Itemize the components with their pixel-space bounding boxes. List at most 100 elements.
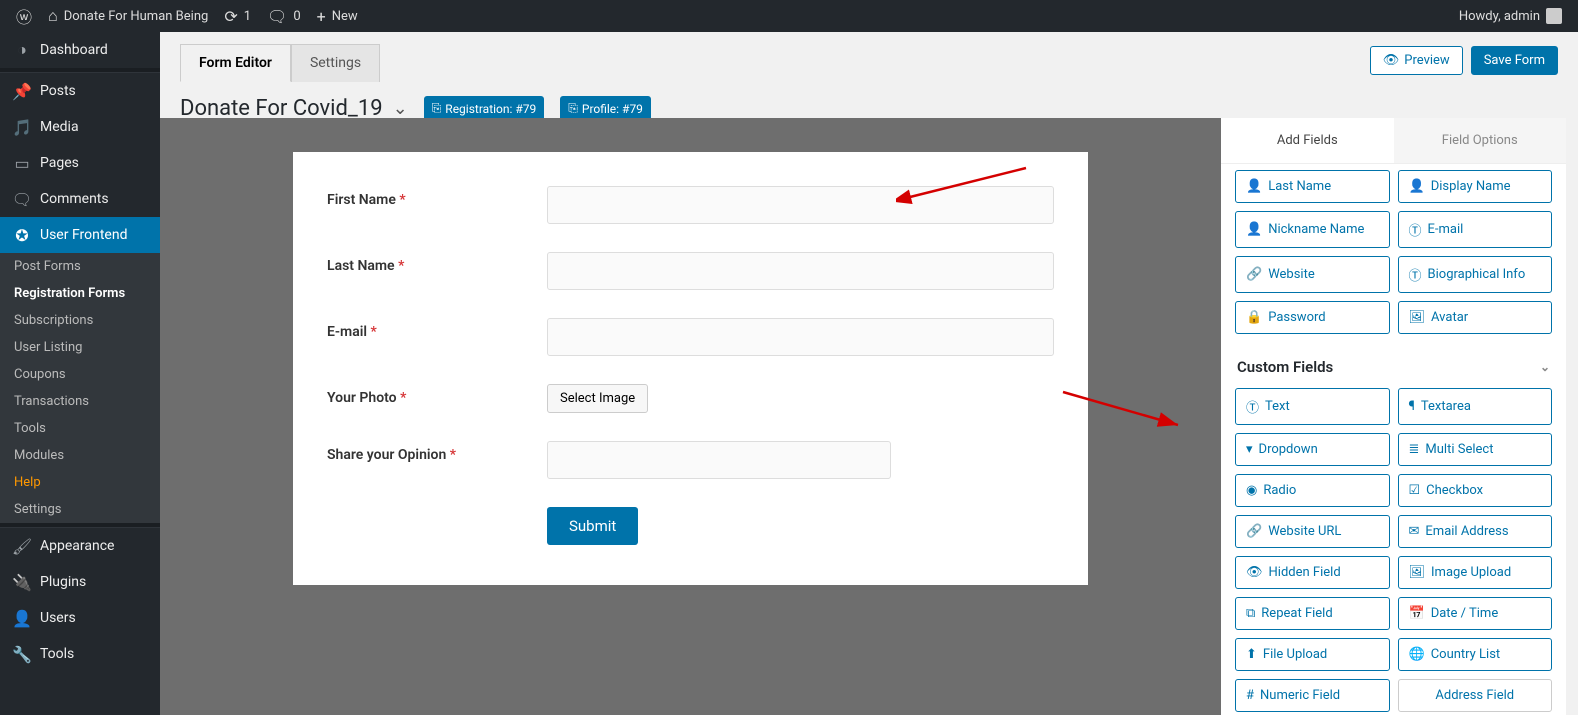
field-display-name[interactable]: 👤Display Name <box>1398 170 1553 203</box>
field-multi-select[interactable]: ≣Multi Select <box>1398 433 1553 466</box>
menu-label: Plugins <box>40 574 86 590</box>
sub-post-forms[interactable]: Post Forms <box>0 253 160 280</box>
new-link[interactable]: +New <box>309 0 366 32</box>
comments-link[interactable]: 🗨0 <box>259 0 309 32</box>
field-label: Text <box>1265 399 1290 414</box>
field-email-address[interactable]: ✉Email Address <box>1398 515 1553 548</box>
submit-button[interactable]: Submit <box>547 507 638 545</box>
last-name-input[interactable] <box>547 252 1054 290</box>
field-label: Share your Opinion <box>327 447 446 463</box>
updates-link[interactable]: ⟳1 <box>216 0 259 32</box>
menu-plugins[interactable]: 🔌Plugins <box>0 564 160 600</box>
field-avatar[interactable]: 🖼Avatar <box>1398 301 1553 334</box>
sub-transactions[interactable]: Transactions <box>0 388 160 415</box>
field-nickname[interactable]: 👤Nickname Name <box>1235 211 1390 248</box>
field-label: File Upload <box>1263 647 1327 662</box>
tab-form-editor[interactable]: Form Editor <box>180 44 291 82</box>
sub-subscriptions[interactable]: Subscriptions <box>0 307 160 334</box>
menu-appearance[interactable]: 🖌Appearance <box>0 528 160 564</box>
sub-help[interactable]: Help <box>0 469 160 496</box>
hash-icon: # <box>1246 688 1254 703</box>
field-first-name[interactable]: First Name * <box>327 186 1054 224</box>
chevron-down-icon: ⌄ <box>1540 360 1550 374</box>
required-mark: * <box>398 258 404 274</box>
save-form-button[interactable]: Save Form <box>1471 46 1558 75</box>
field-file-upload[interactable]: ⬆File Upload <box>1235 638 1390 671</box>
field-radio[interactable]: ◉Radio <box>1235 474 1390 507</box>
field-last-name[interactable]: Last Name * <box>327 252 1054 290</box>
menu-label: Pages <box>40 155 79 171</box>
select-image-button[interactable]: Select Image <box>547 384 648 413</box>
menu-label: Comments <box>40 191 109 207</box>
field-date-time[interactable]: 📅 Date / Time <box>1398 597 1553 630</box>
dashboard-icon: ◑ <box>12 40 32 60</box>
field-photo[interactable]: Your Photo * Select Image <box>327 384 1054 413</box>
field-label: Country List <box>1431 647 1501 662</box>
email-input[interactable] <box>547 318 1054 356</box>
sub-coupons[interactable]: Coupons <box>0 361 160 388</box>
badge-label: Registration: #79 <box>445 102 536 116</box>
sub-modules[interactable]: Modules <box>0 442 160 469</box>
tab-field-options[interactable]: Field Options <box>1394 118 1567 164</box>
menu-users[interactable]: 👤Users <box>0 600 160 636</box>
menu-label: Posts <box>40 83 76 99</box>
field-label: Multi Select <box>1425 442 1493 457</box>
field-address[interactable]: Address Field <box>1398 679 1553 712</box>
field-last-name[interactable]: 👤Last Name <box>1235 170 1390 203</box>
tab-add-fields[interactable]: Add Fields <box>1221 118 1394 164</box>
menu-posts[interactable]: 📌Posts <box>0 73 160 109</box>
field-dropdown[interactable]: ▾Dropdown <box>1235 433 1390 466</box>
first-name-input[interactable] <box>547 186 1054 224</box>
field-label: Last Name <box>327 258 395 274</box>
calendar-icon: 📅 <box>1409 606 1425 621</box>
home-icon: ⌂ <box>48 6 58 26</box>
field-repeat[interactable]: ⧉Repeat Field <box>1235 597 1390 630</box>
menu-media[interactable]: 🎵Media <box>0 109 160 145</box>
form-card: First Name * Last Name * E-mail * Your P… <box>293 152 1088 585</box>
menu-dashboard[interactable]: ◑ Dashboard <box>0 32 160 68</box>
user-icon: 👤 <box>1246 179 1262 194</box>
field-checkbox[interactable]: ☑Checkbox <box>1398 474 1553 507</box>
field-numeric[interactable]: #Numeric Field <box>1235 679 1390 712</box>
field-label: Biographical Info <box>1428 267 1526 282</box>
menu-pages[interactable]: ▭Pages <box>0 145 160 181</box>
field-image-upload[interactable]: 🖼Image Upload <box>1398 556 1553 589</box>
site-link[interactable]: ⌂Donate For Human Being <box>40 0 216 32</box>
field-opinion[interactable]: Share your Opinion * <box>327 441 1054 479</box>
field-label: Date / Time <box>1431 606 1499 621</box>
menu-comments[interactable]: 🗨Comments <box>0 181 160 217</box>
account-link[interactable]: Howdy, admin <box>1451 0 1570 32</box>
menu-tools[interactable]: 🔧Tools <box>0 636 160 672</box>
wp-logo[interactable]: ⓦ <box>8 0 40 32</box>
text-icon: Ⓣ <box>1409 265 1422 284</box>
user-icon: 👤 <box>1409 179 1425 194</box>
updates-icon: ⟳ <box>224 7 237 26</box>
sub-registration-forms[interactable]: Registration Forms <box>0 280 160 307</box>
field-website-url[interactable]: 🔗Website URL <box>1235 515 1390 548</box>
chevron-down-icon: ⌄ <box>393 98 408 119</box>
field-password[interactable]: 🔒Password <box>1235 301 1390 334</box>
globe-icon: 🌐 <box>1409 647 1425 662</box>
menu-label: Dashboard <box>40 42 108 58</box>
dropdown-icon: ▾ <box>1246 442 1253 457</box>
field-bio[interactable]: Ⓣ Biographical Info <box>1398 256 1553 293</box>
required-mark: * <box>450 447 456 463</box>
preview-button[interactable]: 👁Preview <box>1370 46 1463 75</box>
sub-tools[interactable]: Tools <box>0 415 160 442</box>
custom-fields-header[interactable]: Custom Fields⌄ <box>1235 346 1552 388</box>
opinion-input[interactable] <box>547 441 891 479</box>
menu-label: Users <box>40 610 76 626</box>
sub-user-listing[interactable]: User Listing <box>0 334 160 361</box>
user-frontend-icon: ✪ <box>12 225 32 245</box>
field-textarea[interactable]: ¶Textarea <box>1398 388 1553 425</box>
menu-user-frontend[interactable]: ✪User Frontend <box>0 217 160 253</box>
sub-settings[interactable]: Settings <box>0 496 160 523</box>
field-hidden[interactable]: 👁Hidden Field <box>1235 556 1390 589</box>
tab-settings[interactable]: Settings <box>291 44 380 82</box>
field-country[interactable]: 🌐 Country List <box>1398 638 1553 671</box>
field-text[interactable]: ⓉText <box>1235 388 1390 425</box>
field-website[interactable]: 🔗Website <box>1235 256 1390 293</box>
field-email[interactable]: ⓉE-mail <box>1398 211 1553 248</box>
field-label: Address Field <box>1435 688 1514 703</box>
field-email[interactable]: E-mail * <box>327 318 1054 356</box>
